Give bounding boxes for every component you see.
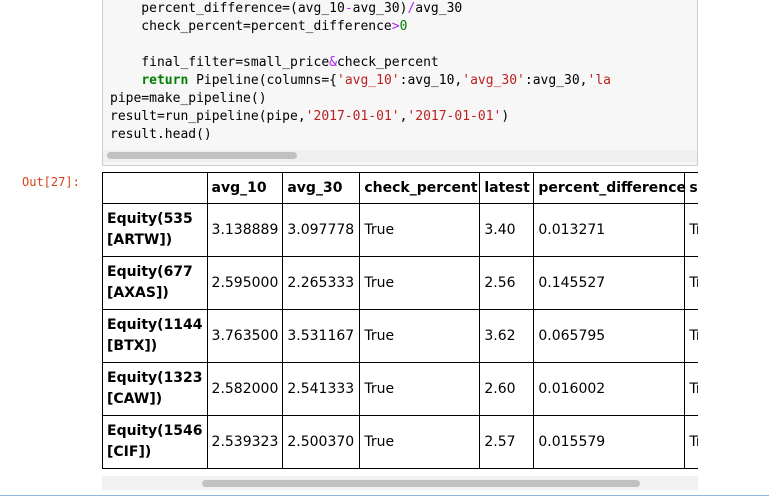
code-token: check_percent <box>336 55 439 70</box>
column-header: check_percent <box>359 172 481 204</box>
code-token: check_percent=percent_difference <box>110 19 392 34</box>
table-cell: True <box>359 415 481 469</box>
row-index: Equity(1546 [CIF]) <box>102 415 208 469</box>
code-token: final_filter=small_price <box>110 55 330 70</box>
table-cell: 2.541333 <box>282 362 361 416</box>
output-horizontal-scrollbar[interactable] <box>102 476 698 490</box>
code-token: return <box>141 73 189 88</box>
column-header: avg_30 <box>282 172 361 204</box>
code-token: percent_difference=(avg_10 <box>110 1 345 16</box>
code-token: & <box>329 55 337 70</box>
table-cell: 0.013271 <box>533 203 686 257</box>
table-cell: 3.62 <box>479 309 535 363</box>
table-cell: True <box>359 309 481 363</box>
table-cell: 2.500370 <box>282 415 361 469</box>
code-token: ) <box>501 109 510 124</box>
table-cell: 3.531167 <box>282 309 361 363</box>
table-cell: 3.40 <box>479 203 535 257</box>
output-prompt: Out[27]: <box>22 175 80 189</box>
code-cell[interactable]: percent_difference=(avg_10-avg_30)/avg_3… <box>102 0 698 166</box>
row-index: Equity(1144 [BTX]) <box>102 309 208 363</box>
row-index: Equity(677 [AXAS]) <box>102 256 208 310</box>
code-token: > <box>391 19 400 34</box>
code-token: Pipeline(columns={ <box>188 73 337 88</box>
code-token: result=run_pipeline(pipe, <box>110 109 306 124</box>
table-cell: 2.57 <box>479 415 535 469</box>
code-token: :avg_30, <box>524 73 588 88</box>
table-cell: 3.097778 <box>282 203 361 257</box>
table-cell: Tru <box>684 203 698 257</box>
code-token: - <box>344 1 353 16</box>
table-cell: Tru <box>684 362 698 416</box>
code-line: percent_difference=(avg_10-avg_30)/avg_3… <box>110 0 611 18</box>
table-cell: Tru <box>684 415 698 469</box>
code-token: pipe=make_pipeline() <box>110 91 267 106</box>
code-token: :avg_10, <box>399 73 463 88</box>
code-line: pipe=make_pipeline() <box>110 90 611 108</box>
table-row: Equity(535 [ARTW]) 3.138889 3.097778 True 3.… <box>102 203 698 257</box>
code-token: 'avg_10' <box>337 73 400 88</box>
table-cell: Tru <box>684 309 698 363</box>
code-editor[interactable]: percent_difference=(avg_10-avg_30)/avg_3… <box>110 0 611 144</box>
table-cell: 3.138889 <box>206 203 284 257</box>
column-header: avg_10 <box>206 172 284 204</box>
table-row: Equity(1144 [BTX]) 3.763500 3.531167 True 3.… <box>102 309 698 363</box>
table-cell: True <box>359 256 481 310</box>
table-cell: 2.539323 <box>206 415 284 469</box>
table-cell: 2.265333 <box>282 256 361 310</box>
index-header <box>102 172 208 204</box>
code-line: final_filter=small_price&check_percent <box>110 54 611 72</box>
table-cell: 2.582000 <box>206 362 284 416</box>
code-line: check_percent=percent_difference>0 <box>110 18 611 36</box>
code-token: avg_30) <box>352 1 408 16</box>
code-line: return Pipeline(columns={'avg_10':avg_10… <box>110 72 611 90</box>
code-token: 'la <box>587 73 611 88</box>
column-header: percent_difference <box>533 172 686 204</box>
table-cell: True <box>359 203 481 257</box>
table-cell: 2.595000 <box>206 256 284 310</box>
table-row: Equity(1323 [CAW]) 2.582000 2.541333 True 2.… <box>102 362 698 416</box>
code-line: result=run_pipeline(pipe,'2017-01-01','2… <box>110 108 611 126</box>
table-cell: 0.015579 <box>533 415 686 469</box>
code-line: result.head() <box>110 126 611 144</box>
table-cell: 0.016002 <box>533 362 686 416</box>
divider <box>0 495 769 496</box>
table-cell: 3.763500 <box>206 309 284 363</box>
table-cell: 0.065795 <box>533 309 686 363</box>
row-index: Equity(1323 [CAW]) <box>102 362 208 416</box>
column-header: latest <box>479 172 535 204</box>
table-cell: 0.145527 <box>533 256 686 310</box>
code-scrollbar-thumb[interactable] <box>107 152 297 159</box>
table-cell: True <box>359 362 481 416</box>
dataframe-table: avg_10 avg_30 check_percent latest percent_d… <box>102 172 698 469</box>
code-token: 'avg_30' <box>462 73 525 88</box>
code-token: '2017-01-01' <box>305 109 400 124</box>
column-header: sm <box>684 172 698 204</box>
output-area: avg_10 avg_30 check_percent latest percent_d… <box>102 172 698 490</box>
code-horizontal-scrollbar[interactable] <box>103 150 697 162</box>
table-header-row: avg_10 avg_30 check_percent latest percent_d… <box>102 172 698 204</box>
code-token: 0 <box>399 19 408 34</box>
table-cell: Tru <box>684 256 698 310</box>
code-token: result.head() <box>110 127 212 142</box>
row-index: Equity(535 [ARTW]) <box>102 203 208 257</box>
code-token: avg_30 <box>415 1 463 16</box>
code-token: '2017-01-01' <box>407 109 502 124</box>
table-cell: 2.56 <box>479 256 535 310</box>
table-row: Equity(1546 [CIF]) 2.539323 2.500370 True 2.… <box>102 415 698 469</box>
table-row: Equity(677 [AXAS]) 2.595000 2.265333 True 2.… <box>102 256 698 310</box>
table-cell: 2.60 <box>479 362 535 416</box>
output-scrollbar-thumb[interactable] <box>202 480 640 487</box>
